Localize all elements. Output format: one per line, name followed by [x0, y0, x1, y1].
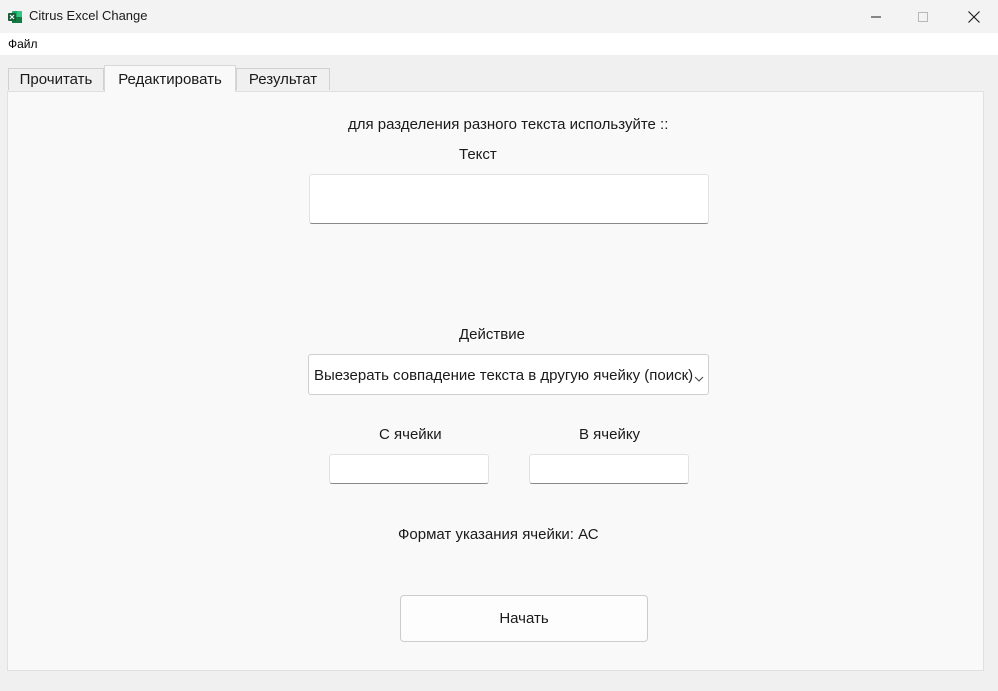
- chevron-down-icon: [694, 370, 704, 382]
- text-input[interactable]: [309, 174, 709, 224]
- maximize-button[interactable]: [900, 0, 946, 33]
- to-cell-input[interactable]: [529, 454, 689, 484]
- app-window: Citrus Excel Change Файл Прочитать Редак…: [0, 0, 998, 691]
- close-icon: [968, 10, 980, 23]
- excel-icon: [8, 10, 22, 23]
- to-cell-label: В ячейку: [579, 426, 641, 443]
- maximize-icon: [918, 11, 928, 22]
- menu-bar: Файл: [0, 33, 998, 55]
- start-button[interactable]: Начать: [400, 595, 648, 642]
- title-bar[interactable]: Citrus Excel Change: [0, 0, 998, 33]
- menu-item-file[interactable]: Файл: [8, 37, 38, 51]
- cell-format-hint: Формат указания ячейки: АС: [398, 526, 599, 543]
- minimize-icon: [871, 12, 881, 22]
- tab-bar: Прочитать Редактировать Результат: [0, 55, 998, 92]
- close-button[interactable]: [951, 0, 997, 33]
- tab-read[interactable]: Прочитать: [8, 68, 104, 90]
- edit-panel: для разделения разного текста используйт…: [7, 91, 984, 671]
- minimize-button[interactable]: [853, 0, 899, 33]
- separator-hint: для разделения разного текста используйт…: [348, 116, 669, 133]
- window-title: Citrus Excel Change: [29, 8, 148, 23]
- action-select[interactable]: Выезерать совпадение текста в другую яче…: [308, 354, 709, 395]
- tab-result[interactable]: Результат: [236, 68, 330, 90]
- action-label: Действие: [459, 326, 525, 343]
- tab-edit[interactable]: Редактировать: [104, 65, 236, 92]
- action-select-value: Выезерать совпадение текста в другую яче…: [314, 367, 694, 384]
- from-cell-label: С ячейки: [379, 426, 442, 443]
- text-label: Текст: [459, 146, 497, 163]
- from-cell-input[interactable]: [329, 454, 489, 484]
